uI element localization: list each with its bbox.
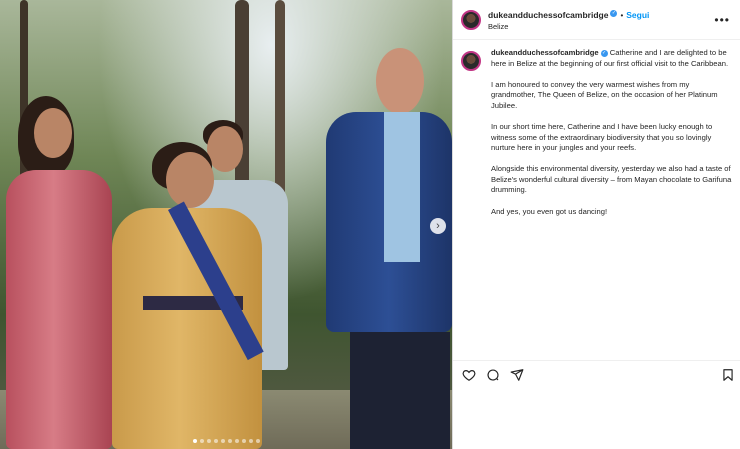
avatar[interactable] — [461, 9, 481, 30]
post-photo[interactable]: › — [0, 0, 452, 449]
more-icon[interactable]: ••• — [714, 13, 730, 27]
carousel-dot — [199, 439, 204, 443]
separator: • — [620, 10, 624, 20]
caption-avatar[interactable] — [461, 51, 481, 71]
location-link[interactable]: Belize — [488, 21, 649, 32]
comment-icon[interactable] — [486, 368, 500, 382]
username-link[interactable]: dukeandduchessofcambridge — [488, 10, 608, 20]
caption-username[interactable]: dukeandduchessofcambridge — [491, 48, 599, 57]
caption-body: dukeandduchessofcambridge ✓ Catherine and… — [491, 48, 733, 228]
chevron-right-icon: › — [436, 220, 440, 232]
send-icon[interactable] — [510, 368, 524, 382]
heart-icon[interactable] — [462, 368, 476, 382]
post-header: dukeandduchessofcambridge ✓ • Segui Belize … — [453, 0, 740, 40]
carousel-dot — [206, 439, 211, 443]
carousel-dot — [241, 439, 246, 443]
carousel-dot — [220, 439, 225, 443]
action-bar — [453, 360, 740, 388]
carousel-dot — [213, 439, 218, 443]
verified-badge-icon: ✓ — [600, 49, 608, 57]
carousel-indicator — [0, 439, 452, 443]
carousel-next-button[interactable]: › — [430, 218, 446, 234]
post-caption: dukeandduchessofcambridge ✓ Catherine and… — [461, 48, 733, 228]
verified-badge-icon: ✓ — [610, 9, 618, 17]
carousel-dot — [227, 439, 232, 443]
caption-paragraph: Alongside this environmental diversity, … — [491, 164, 732, 195]
follow-button[interactable]: Segui — [626, 10, 649, 20]
instagram-post: › dukeandduchessofcambridge ✓ • Segui Beliz… — [0, 0, 740, 449]
caption-paragraph: I am honoured to convey the very warmest… — [491, 79, 718, 110]
header-text: dukeandduchessofcambridge ✓ • Segui Belize — [488, 8, 649, 32]
carousel-dot — [248, 439, 253, 443]
bookmark-icon[interactable] — [721, 368, 735, 382]
caption-paragraph: In our short time here, Catherine and I … — [491, 121, 713, 153]
carousel-dot — [234, 439, 239, 443]
carousel-dot — [192, 439, 197, 443]
carousel-dot — [255, 439, 260, 443]
caption-paragraph: And yes, you even got us dancing! — [491, 206, 608, 216]
post-side-panel: dukeandduchessofcambridge ✓ • Segui Belize … — [452, 0, 740, 449]
